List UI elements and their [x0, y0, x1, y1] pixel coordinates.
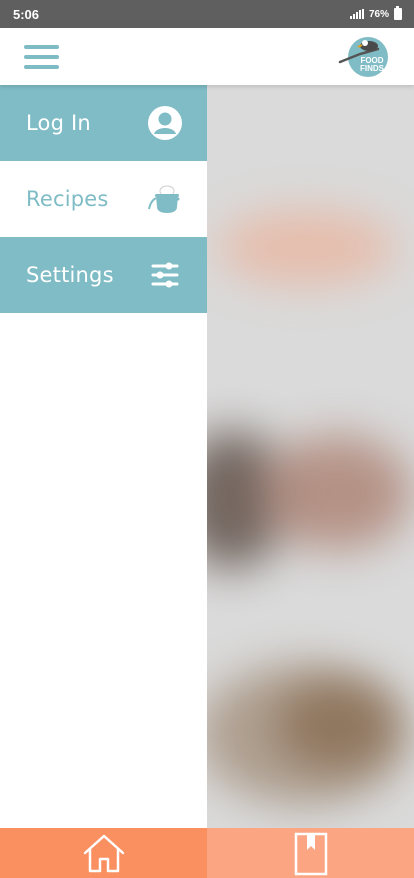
battery-percent: 76%: [368, 8, 389, 20]
side-drawer: Log In Recipes Settings: [0, 85, 207, 828]
bottom-nav: [0, 828, 414, 878]
menu-item-label: Settings: [26, 263, 114, 287]
signal-icon: [349, 9, 364, 19]
blurred-content-overlay[interactable]: [207, 85, 414, 828]
saved-button[interactable]: [207, 828, 414, 878]
bookmark-icon: [294, 832, 327, 876]
status-time: 5:06: [13, 6, 40, 22]
status-indicators: 76%: [349, 6, 402, 20]
menu-icon[interactable]: [24, 43, 60, 71]
food-finds-logo[interactable]: FOOD FINDS: [338, 35, 390, 79]
menu-item-label: Log In: [26, 111, 91, 135]
home-button[interactable]: [0, 828, 207, 878]
pot-icon: [148, 185, 180, 213]
user-icon: [148, 106, 182, 140]
app-header: FOOD FINDS: [0, 28, 414, 85]
menu-item-settings[interactable]: Settings: [0, 237, 207, 313]
menu-item-log-in[interactable]: Log In: [0, 85, 207, 161]
logo-text-finds: FINDS: [360, 64, 385, 73]
menu-item-recipes[interactable]: Recipes: [0, 161, 207, 237]
status-bar: 5:06 76%: [0, 0, 414, 28]
battery-icon: [394, 6, 402, 20]
sliders-icon: [151, 262, 179, 288]
home-icon: [83, 834, 124, 873]
menu-item-label: Recipes: [26, 187, 109, 211]
